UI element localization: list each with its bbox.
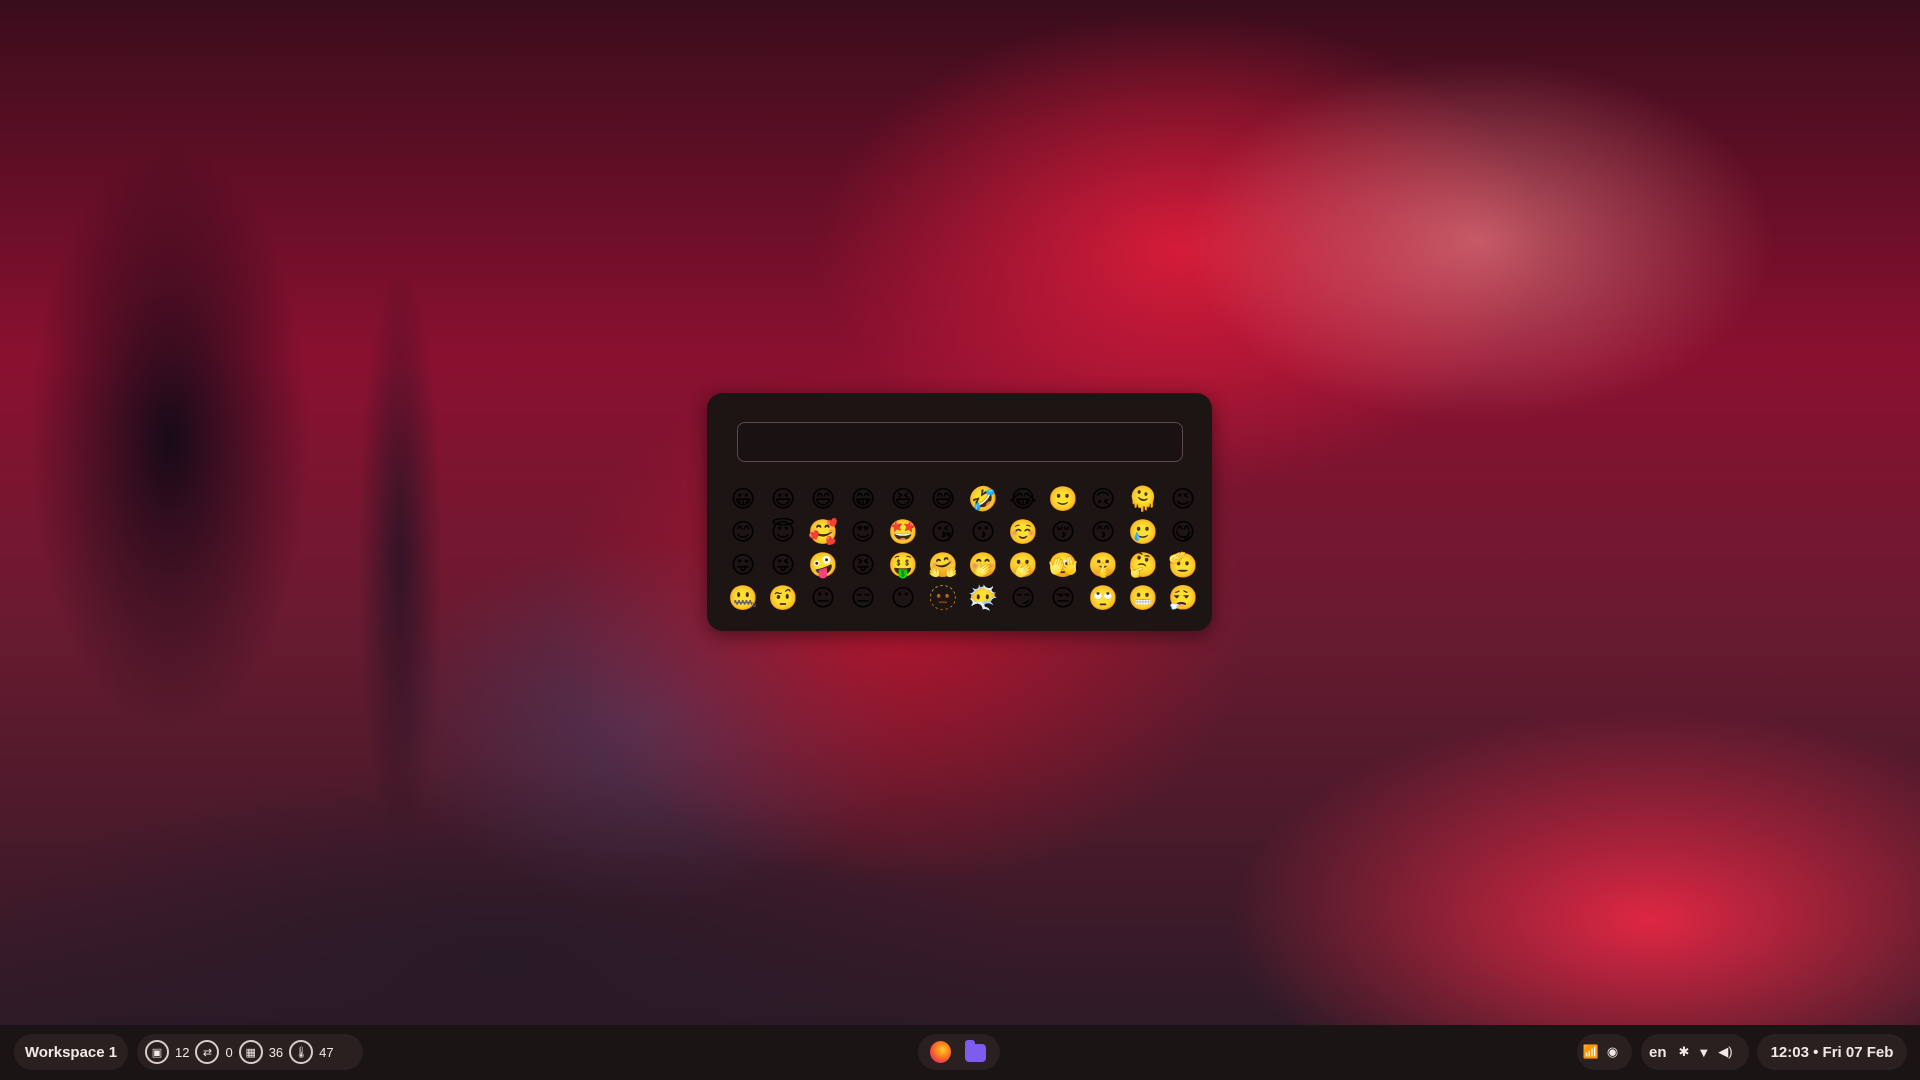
- emoji-button[interactable]: 😆: [883, 483, 923, 516]
- emoji-button[interactable]: 😀: [723, 483, 763, 516]
- emoji-button[interactable]: 😝: [843, 549, 883, 582]
- emoji-button[interactable]: 😁: [843, 483, 883, 516]
- emoji-button[interactable]: 🙃: [1083, 483, 1123, 516]
- files-icon[interactable]: [965, 1040, 986, 1062]
- emoji-button[interactable]: 😋: [1163, 516, 1203, 549]
- emoji-button[interactable]: 🤣: [963, 483, 1003, 516]
- keyboard-language[interactable]: en: [1649, 1044, 1667, 1061]
- emoji-button[interactable]: 😬: [1123, 582, 1163, 615]
- tray-app-icon[interactable]: ◉: [1607, 1044, 1618, 1060]
- memory-value: 36: [268, 1044, 284, 1060]
- emoji-button[interactable]: 🤑: [883, 549, 923, 582]
- emoji-button[interactable]: 😜: [763, 549, 803, 582]
- workspace-label: Workspace 1: [24, 1043, 118, 1061]
- emoji-button[interactable]: 🥰: [803, 516, 843, 549]
- temperature-value: 47: [319, 1044, 334, 1060]
- clock-text: 12:03 • Fri 07 Feb: [1770, 1043, 1894, 1061]
- system-status[interactable]: en ✱ ▼ ◀): [1641, 1034, 1749, 1070]
- emoji-button[interactable]: 😶: [883, 582, 923, 615]
- emoji-button[interactable]: 🙂: [1043, 483, 1083, 516]
- system-tray: 📶 ◉: [1577, 1034, 1632, 1070]
- temperature-icon: 🌡: [289, 1040, 314, 1064]
- emoji-button[interactable]: 😶‍🌫️: [963, 582, 1003, 615]
- emoji-button[interactable]: 😂: [1003, 483, 1043, 516]
- cpu-value: 12: [175, 1044, 190, 1060]
- taskbar: Workspace 1 ▣ 12 ⇄ 0 ▦ 36 🌡 47 📶 ◉ en ✱ …: [0, 1025, 1920, 1080]
- clock[interactable]: 12:03 • Fri 07 Feb: [1757, 1034, 1907, 1070]
- emoji-button[interactable]: 😐: [803, 582, 843, 615]
- cpu-icon: ▣: [145, 1040, 169, 1064]
- emoji-picker: 😀 😃 😄 😁 😆 😅 🤣 😂 🙂 🙃 🫠 😉 😊 😇 🥰 😍 🤩 😘 😗 ☺️ 😚 😙 🥲 😋 😛 😜 🤪 😝 🤑 🤗 🤭 🫢 🫣 🤫 🤔 🫡 🤐 🤨 😐…: [707, 393, 1212, 631]
- emoji-button[interactable]: 😊: [723, 516, 763, 549]
- emoji-button[interactable]: 🫣: [1043, 549, 1083, 582]
- swap-value: 0: [225, 1044, 233, 1060]
- resource-monitor[interactable]: ▣ 12 ⇄ 0 ▦ 36 🌡 47: [137, 1034, 363, 1070]
- emoji-search-input[interactable]: [737, 422, 1183, 462]
- emoji-button[interactable]: 😚: [1043, 516, 1083, 549]
- emoji-button[interactable]: 🫥: [923, 582, 963, 615]
- workspace-indicator[interactable]: Workspace 1: [14, 1034, 128, 1070]
- emoji-button[interactable]: 🤨: [763, 582, 803, 615]
- emoji-button[interactable]: 🤩: [883, 516, 923, 549]
- emoji-button[interactable]: 😛: [723, 549, 763, 582]
- emoji-button[interactable]: 😮‍💨: [1163, 582, 1203, 615]
- volume-icon: ◀): [1718, 1044, 1733, 1059]
- emoji-button[interactable]: 🙄: [1083, 582, 1123, 615]
- emoji-button[interactable]: 😏: [1003, 582, 1043, 615]
- bluetooth-off-icon: ✱: [1678, 1044, 1690, 1059]
- emoji-button[interactable]: 🤭: [963, 549, 1003, 582]
- emoji-button[interactable]: 😍: [843, 516, 883, 549]
- emoji-button[interactable]: 🤔: [1123, 549, 1163, 582]
- emoji-button[interactable]: 😄: [803, 483, 843, 516]
- temperature: 🌡 47: [289, 1040, 334, 1064]
- signal-icon[interactable]: 📶: [1583, 1044, 1599, 1060]
- emoji-button[interactable]: 🤪: [803, 549, 843, 582]
- emoji-button[interactable]: 😙: [1083, 516, 1123, 549]
- swap-usage: ⇄ 0: [195, 1040, 233, 1064]
- emoji-button[interactable]: 🫠: [1123, 483, 1163, 516]
- emoji-button[interactable]: 😉: [1163, 483, 1203, 516]
- memory-usage: ▦ 36: [238, 1040, 284, 1064]
- emoji-button[interactable]: 😃: [763, 483, 803, 516]
- emoji-button[interactable]: 🥲: [1123, 516, 1163, 549]
- emoji-button[interactable]: 🤗: [923, 549, 963, 582]
- cpu-usage: ▣ 12: [145, 1040, 189, 1064]
- memory-icon: ▦: [238, 1040, 263, 1064]
- firefox-icon[interactable]: [930, 1041, 951, 1063]
- emoji-button[interactable]: 😇: [763, 516, 803, 549]
- emoji-button[interactable]: 😅: [923, 483, 963, 516]
- pinned-apps: [918, 1034, 1000, 1070]
- emoji-button[interactable]: ☺️: [1003, 516, 1043, 549]
- wifi-icon: ▼: [1697, 1044, 1711, 1060]
- emoji-button[interactable]: 🤫: [1083, 549, 1123, 582]
- emoji-button[interactable]: 😗: [963, 516, 1003, 549]
- emoji-button[interactable]: 😒: [1043, 582, 1083, 615]
- emoji-button[interactable]: 🫡: [1163, 549, 1203, 582]
- emoji-grid: 😀 😃 😄 😁 😆 😅 🤣 😂 🙂 🙃 🫠 😉 😊 😇 🥰 😍 🤩 😘 😗 ☺️ 😚 😙 🥲 😋 😛 😜 🤪 😝 🤑 🤗 🤭 🫢 🫣 🤫 🤔 🫡 🤐 🤨 😐…: [723, 483, 1203, 615]
- emoji-button[interactable]: 🫢: [1003, 549, 1043, 582]
- emoji-button[interactable]: 😘: [923, 516, 963, 549]
- swap-icon: ⇄: [195, 1040, 220, 1064]
- emoji-button[interactable]: 😑: [843, 582, 883, 615]
- emoji-button[interactable]: 🤐: [723, 582, 763, 615]
